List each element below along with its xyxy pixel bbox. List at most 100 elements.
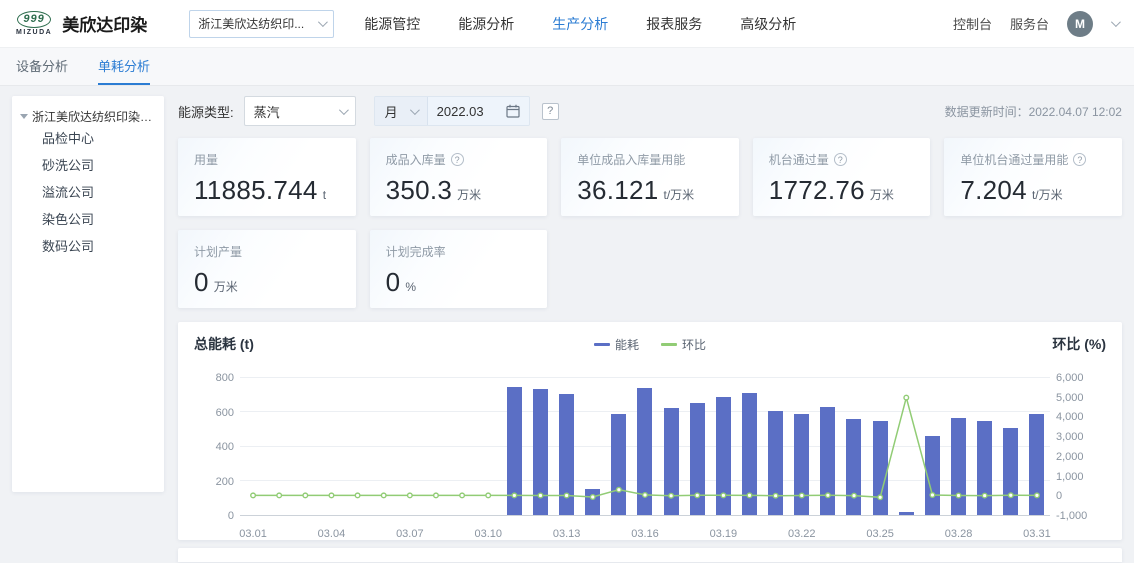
y-axis-right-label: 3,000 bbox=[1056, 430, 1106, 444]
kpi-unit: t bbox=[323, 188, 326, 202]
legend-item-1[interactable]: 能耗 bbox=[594, 336, 639, 353]
bar-slot bbox=[501, 378, 527, 515]
console-link[interactable]: 控制台 bbox=[953, 14, 992, 33]
kpi-card: 单位成品入库量用能36.121t/万米 bbox=[561, 138, 739, 216]
legend-label: 环比 bbox=[682, 336, 706, 353]
period-group: 月 2022.03 bbox=[374, 96, 530, 126]
chevron-down-icon bbox=[339, 105, 349, 115]
kpi-value: 11885.744 bbox=[194, 175, 318, 206]
kpi-label: 机台通过量 bbox=[769, 151, 829, 168]
bar-slot bbox=[945, 378, 971, 515]
x-axis-label: 03.04 bbox=[318, 528, 346, 540]
kpi-unit: t/万米 bbox=[1032, 186, 1063, 203]
bar-slot bbox=[580, 378, 606, 515]
energy-bar bbox=[873, 421, 888, 515]
main-panel: 能源类型: 蒸汽 月 2022.03 bbox=[178, 96, 1122, 562]
chart-plot-wrap: 0200400600800-1,00001,0002,0003,0004,000… bbox=[194, 368, 1106, 540]
x-axis-label: 03.25 bbox=[866, 528, 894, 540]
energy-type-label: 能源类型: bbox=[178, 102, 234, 121]
data-updated-time: 数据更新时间：2022.04.07 12:02 bbox=[945, 103, 1122, 120]
bar-slot bbox=[449, 378, 475, 515]
main-nav: 能源管控 能源分析 生产分析 报表服务 高级分析 bbox=[364, 14, 796, 34]
y-axis-right-label: 5,000 bbox=[1056, 391, 1106, 405]
period-value: 月 bbox=[385, 102, 398, 121]
sidebar-item-3[interactable]: 溢流公司 bbox=[42, 179, 156, 206]
caret-down-icon bbox=[20, 114, 28, 119]
chart-header: 总能耗 (t) 能耗环比 环比 (%) bbox=[194, 334, 1106, 354]
calendar-icon bbox=[506, 104, 520, 118]
date-value: 2022.03 bbox=[437, 104, 484, 119]
kpi-label: 单位机台通过量用能 bbox=[960, 151, 1068, 168]
bar-slot bbox=[893, 378, 919, 515]
nav-item-5[interactable]: 高级分析 bbox=[740, 14, 796, 34]
info-icon[interactable]: ? bbox=[1073, 153, 1086, 166]
sidebar-tree-root[interactable]: 浙江美欣达纺织印染科技印... bbox=[20, 108, 156, 125]
kpi-label: 单位成品入库量用能 bbox=[577, 151, 685, 168]
org-select[interactable]: 浙江美欣达纺织印... bbox=[189, 10, 334, 38]
bar-slot bbox=[736, 378, 762, 515]
period-select[interactable]: 月 bbox=[375, 97, 427, 125]
date-picker[interactable]: 2022.03 bbox=[427, 97, 529, 125]
org-sidebar: 浙江美欣达纺织印染科技印... 品检中心砂洗公司溢流公司染色公司数码公司 bbox=[12, 96, 164, 492]
legend-item-2[interactable]: 环比 bbox=[661, 336, 706, 353]
kpi-value: 36.121 bbox=[577, 175, 658, 206]
kpi-unit: 万米 bbox=[870, 186, 894, 203]
bar-slot bbox=[371, 378, 397, 515]
energy-bar bbox=[664, 408, 679, 515]
chart-x-axis-labels: 03.0103.0403.0703.1003.1303.1603.1903.22… bbox=[240, 525, 1050, 540]
bar-slot bbox=[815, 378, 841, 515]
brand-title: 美欣达印染 bbox=[62, 11, 147, 36]
kpi-card: 计划完成率0% bbox=[370, 230, 548, 308]
help-icon[interactable]: ? bbox=[542, 103, 559, 120]
service-desk-link[interactable]: 服务台 bbox=[1010, 14, 1049, 33]
mizuda-logo-icon: 999 bbox=[17, 11, 51, 28]
y-axis-left-label: 800 bbox=[194, 371, 234, 385]
kpi-label: 计划产量 bbox=[194, 243, 242, 260]
y-axis-right-label: 1,000 bbox=[1056, 470, 1106, 484]
kpi-row-1: 用量11885.744t成品入库量?350.3万米单位成品入库量用能36.121… bbox=[178, 138, 1122, 216]
energy-bar bbox=[507, 387, 522, 515]
bar-slot bbox=[710, 378, 736, 515]
energy-type-select[interactable]: 蒸汽 bbox=[244, 96, 356, 126]
energy-bar bbox=[925, 436, 940, 515]
x-axis-label: 03.16 bbox=[631, 528, 659, 540]
y-axis-right-label: 2,000 bbox=[1056, 450, 1106, 464]
nav-item-1[interactable]: 能源管控 bbox=[364, 14, 420, 34]
energy-bar bbox=[1003, 428, 1018, 515]
nav-item-4[interactable]: 报表服务 bbox=[646, 14, 702, 34]
kpi-row-2: 计划产量 0 万米 计划完成率0% bbox=[178, 230, 1122, 308]
kpi-value: 0 bbox=[194, 267, 209, 298]
bar-slot bbox=[998, 378, 1024, 515]
kpi-unit: % bbox=[405, 280, 416, 294]
nav-item-3[interactable]: 生产分析 bbox=[552, 14, 608, 34]
sidebar-item-1[interactable]: 品检中心 bbox=[42, 125, 156, 152]
chart-bars bbox=[240, 378, 1050, 515]
energy-bar bbox=[533, 389, 548, 515]
bar-slot bbox=[841, 378, 867, 515]
sidebar-item-5[interactable]: 数码公司 bbox=[42, 233, 156, 260]
kpi-value: 350.3 bbox=[386, 175, 453, 206]
energy-bar bbox=[1029, 414, 1044, 515]
tab-2[interactable]: 单耗分析 bbox=[98, 48, 150, 85]
sub-tabbar: 设备分析单耗分析 bbox=[0, 48, 1134, 86]
energy-type-value: 蒸汽 bbox=[254, 102, 280, 121]
tab-1[interactable]: 设备分析 bbox=[16, 48, 68, 85]
avatar-chevron-down-icon[interactable] bbox=[1111, 17, 1121, 27]
org-select-value: 浙江美欣达纺织印... bbox=[198, 15, 304, 32]
sidebar-item-2[interactable]: 砂洗公司 bbox=[42, 152, 156, 179]
y-axis-left-label: 600 bbox=[194, 406, 234, 420]
avatar[interactable]: M bbox=[1067, 11, 1093, 37]
nav-item-2[interactable]: 能源分析 bbox=[458, 14, 514, 34]
kpi-label: 计划完成率 bbox=[386, 243, 446, 260]
energy-bar bbox=[637, 388, 652, 515]
y-axis-right-label: -1,000 bbox=[1056, 509, 1106, 523]
x-axis-label: 03.13 bbox=[553, 528, 581, 540]
kpi-unit: 万米 bbox=[214, 278, 238, 295]
chevron-down-icon bbox=[410, 105, 420, 115]
sidebar-item-4[interactable]: 染色公司 bbox=[42, 206, 156, 233]
info-icon[interactable]: ? bbox=[451, 153, 464, 166]
info-icon[interactable]: ? bbox=[834, 153, 847, 166]
legend-label: 能耗 bbox=[615, 336, 639, 353]
kpi-label: 用量 bbox=[194, 151, 218, 168]
chevron-down-icon bbox=[318, 17, 328, 27]
